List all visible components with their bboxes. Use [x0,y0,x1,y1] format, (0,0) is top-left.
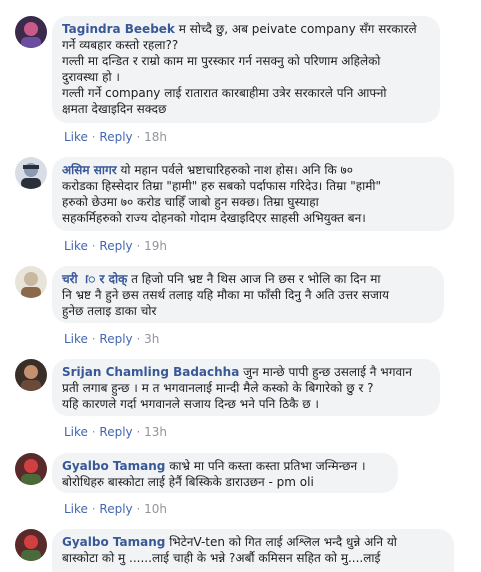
comment-text-line: यो महान पर्वले भ्रष्टाचारिहरुको नाश होस।… [116,163,353,177]
like-button[interactable]: Like [64,332,88,346]
comment-actions: Like · Reply · 13h [64,425,167,439]
avatar[interactable] [15,529,47,561]
reply-button[interactable]: Reply [99,502,132,516]
comment-author[interactable]: चरी ‍ ॎ र दोक् [62,272,127,286]
comment-bubble: Gyalbo Tamang भिटेनV-ten को गित लाई अश्ल… [52,529,454,572]
comment-text-line: क्षमता देखाइदिन सक्दछ [62,102,167,116]
comment-text-line: बास्कोटा को मु ......लाई चाही के भन्ने ?… [62,551,381,565]
comment-text-line: दुरावस्था हो । [62,70,120,84]
comment-text-line: म सोच्दै छु, अब peivate company सँग सरका… [174,22,417,36]
comment-text-line: गर्ने व्यबहार कस्तो रहला?? [62,38,179,52]
comment-author[interactable]: Srijan Chamling Badachha [62,365,239,379]
like-button[interactable]: Like [64,425,88,439]
comment-author[interactable]: Gyalbo Tamang [62,535,165,549]
timestamp[interactable]: 18h [144,130,167,144]
comment-text-line: गल्ती गर्ने company लाई रातारात कारबाहीम… [62,86,387,100]
avatar[interactable] [15,16,47,48]
comment-text-line: हुनेछ तलाइ डाका चोर [62,304,157,318]
like-button[interactable]: Like [64,502,88,516]
comment-text-line: काभ्रे मा पनि कस्ता कस्ता प्रतिभा जन्मिन… [165,459,366,473]
comment-bubble: Tagindra Beebek म सोच्दै छु, अब peivate … [52,16,440,123]
comment-text-line: भिटेनV-ten को गित लाई अश्लिल भन्दै धुन्न… [165,535,397,549]
comment-text-line: यहि कारणले गर्दा भगवानले सजाय दिन्छ भने … [62,397,319,411]
timestamp[interactable]: 19h [144,239,167,253]
comment-text-line: गल्ती मा दन्डित र राम्रो काम मा पुरस्कार… [62,54,381,68]
comment-actions: Like · Reply · 19h [64,239,167,253]
comment-actions: Like · Reply · 18h [64,130,167,144]
comment-text-line: त हिजो पनि भ्रष्ट नै थिस आज नि छस र भोलि… [127,272,381,286]
comment-text-line: करोडका हिस्सेदार तिम्रा "हामी" हरु सबको … [62,179,382,193]
reply-button[interactable]: Reply [99,332,132,346]
reply-button[interactable]: Reply [99,130,132,144]
timestamp[interactable]: 13h [144,425,167,439]
avatar[interactable] [15,157,47,189]
comment-author[interactable]: Tagindra Beebek [62,22,175,36]
avatar[interactable] [15,453,47,485]
timestamp[interactable]: 10h [144,502,167,516]
comment-bubble: Gyalbo Tamang काभ्रे मा पनि कस्ता कस्ता … [52,453,398,493]
avatar[interactable] [15,266,47,298]
comment-bubble: असिम सागर यो महान पर्वले भ्रष्टाचारिहरुक… [52,157,454,231]
comment-text-line: प्रती लगाब हुन्छ । म त भगवानलाई मान्दी म… [62,381,374,395]
comment-text-line: जुन मान्छे पापी हुन्छ उसलाई नै भगवान [239,365,412,379]
comment-text-line: बोरोधिहरु बास्कोटा लाई हेर्नै बिस्किके ड… [62,475,314,489]
reply-button[interactable]: Reply [99,239,132,253]
timestamp[interactable]: 3h [144,332,159,346]
comment-text-line: हरुको छेउमा ७० करोड चाहिँ जाबो हुन सक्छ।… [62,195,319,209]
avatar[interactable] [15,359,47,391]
comment-actions: Like · Reply · 3h [64,332,160,346]
comment-author[interactable]: असिम सागर [62,163,117,177]
comment-actions: Like · Reply · 10h [64,502,167,516]
reply-button[interactable]: Reply [99,425,132,439]
comment-bubble: Srijan Chamling Badachha जुन मान्छे पापी… [52,359,440,416]
scroll-edge [477,0,481,572]
comment-author[interactable]: Gyalbo Tamang [62,459,165,473]
like-button[interactable]: Like [64,239,88,253]
comment-bubble: चरी ‍ ॎ र दोक् त हिजो पनि भ्रष्ट नै थिस … [52,266,444,323]
like-button[interactable]: Like [64,130,88,144]
comment-text-line: नि भ्रष्ट नै हुने छस तसर्थ तलाइ यहि मौका… [62,288,389,302]
comment-text-line: सहकर्मिहरुको राज्य दोहनको गोदाम देखाइदिए… [62,211,366,225]
